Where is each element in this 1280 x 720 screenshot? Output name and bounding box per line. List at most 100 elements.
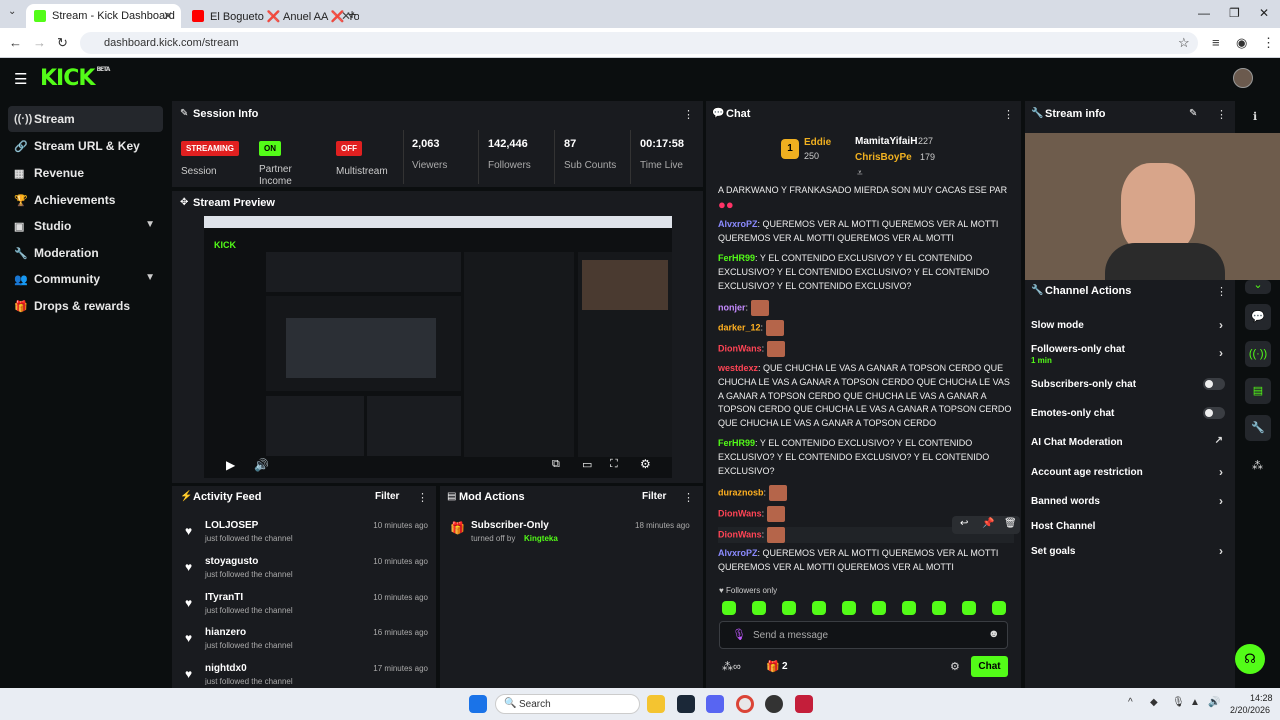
minimize-icon[interactable]: —	[1198, 6, 1210, 20]
network-icon[interactable]: ▲	[1190, 697, 1200, 708]
channel-actions-menu-icon[interactable]: ⋮	[1216, 285, 1227, 298]
extensions-icon[interactable]: ≡	[1212, 35, 1220, 50]
rail-wrench-icon[interactable]: 🔧	[1245, 415, 1271, 441]
sidebar-item-achievements[interactable]: 🏆 Achievements	[8, 187, 163, 213]
app-icon[interactable]	[795, 695, 813, 713]
emote-icon[interactable]	[992, 601, 1006, 615]
sidebar-item-stream-url[interactable]: 🔗 Stream URL & Key	[8, 133, 163, 159]
leaderboard-name[interactable]: MamitaYifaiH	[855, 136, 917, 147]
tab-search-icon[interactable]: ⌄	[8, 6, 16, 17]
url-field[interactable]: dashboard.kick.com/stream	[80, 32, 1198, 54]
activity-username[interactable]: LOLJOSEP	[205, 520, 258, 531]
steam-icon[interactable]	[677, 695, 695, 713]
emote-icon[interactable]	[932, 601, 946, 615]
fullscreen-icon[interactable]: ⛶	[610, 458, 618, 471]
emote-icon[interactable]	[722, 601, 736, 615]
emote-icon[interactable]	[902, 601, 916, 615]
sidebar-item-moderation[interactable]: 🔧 Moderation	[8, 240, 163, 266]
new-tab-icon[interactable]: +	[348, 6, 356, 22]
rail-button-partial[interactable]: ⌄	[1245, 280, 1271, 294]
activity-filter-button[interactable]: Filter	[375, 491, 399, 502]
obs-icon[interactable]	[765, 695, 783, 713]
chat-username[interactable]: DionWans	[718, 529, 762, 539]
leaderboard-name[interactable]: Eddie	[804, 137, 831, 148]
rail-layout-icon[interactable]: ▤	[1245, 378, 1271, 404]
browser-tab-active[interactable]: Stream - Kick Dashboard ✕	[26, 4, 181, 28]
send-chat-button[interactable]: Chat	[971, 656, 1008, 677]
points-infinity-icon[interactable]: ⁂∞	[722, 660, 741, 673]
emoji-icon[interactable]: ☻	[988, 628, 1000, 640]
collapse-icon[interactable]: ⩡	[857, 168, 863, 179]
emotes-only-toggle[interactable]	[1203, 407, 1225, 419]
setting-followers-only[interactable]: Followers-only chat 1 min ›	[1031, 344, 1227, 365]
emote-icon[interactable]	[752, 601, 766, 615]
setting-ai-moderation[interactable]: AI Chat Moderation ↗	[1031, 435, 1227, 448]
reload-icon[interactable]: ↻	[57, 35, 68, 51]
sidebar-item-community[interactable]: 👥 Community ▼	[8, 266, 163, 292]
emote-quickbar[interactable]	[722, 601, 1012, 615]
setting-slow-mode[interactable]: Slow mode ›	[1031, 318, 1227, 332]
emote-icon[interactable]	[842, 601, 856, 615]
emote-icon[interactable]	[872, 601, 886, 615]
rail-add-widget-icon[interactable]: ⁂	[1252, 459, 1263, 472]
chat-username[interactable]: nonjer	[718, 302, 746, 312]
mod-filter-button[interactable]: Filter	[642, 491, 666, 502]
activity-username[interactable]: hianzero	[205, 627, 246, 638]
rail-stream-icon[interactable]: ((·))	[1245, 341, 1271, 367]
rail-chat-icon[interactable]: 💬	[1245, 304, 1271, 330]
sidebar-item-stream[interactable]: ((·)) Stream	[8, 106, 163, 132]
setting-account-age[interactable]: Account age restriction ›	[1031, 465, 1227, 479]
settings-gear-icon[interactable]: ⚙	[640, 457, 651, 471]
stream-preview-video[interactable]: KICK ▶ 🔊 ⧉ ▭ ⛶ ⚙	[204, 216, 672, 478]
profile-icon[interactable]: ◉	[1236, 35, 1247, 51]
discord-icon[interactable]	[706, 695, 724, 713]
leaderboard-name[interactable]: ChrisBoyPe	[855, 152, 912, 163]
setting-host-channel[interactable]: Host Channel	[1031, 521, 1227, 532]
support-headset-icon[interactable]: ☊	[1235, 644, 1265, 674]
activity-username[interactable]: stoyagusto	[205, 556, 258, 567]
close-tab-icon[interactable]: ✕	[163, 9, 173, 23]
back-icon[interactable]: ←	[9, 35, 22, 50]
setting-set-goals[interactable]: Set goals ›	[1031, 544, 1227, 558]
chat-username[interactable]: DionWans	[718, 508, 762, 518]
bookmark-star-icon[interactable]: ☆	[1178, 35, 1190, 51]
info-icon[interactable]: ℹ	[1253, 110, 1257, 123]
sidebar-item-revenue[interactable]: ▦ Revenue	[8, 160, 163, 186]
setting-emotes-only[interactable]: Emotes-only chat	[1031, 407, 1227, 419]
delete-icon[interactable]: 🗑	[1004, 518, 1017, 529]
mod-action-user[interactable]: Kingteka	[524, 534, 558, 543]
mod-menu-icon[interactable]: ⋮	[683, 491, 694, 504]
theater-icon[interactable]: ▭	[582, 458, 592, 471]
chat-username[interactable]: darker_12	[718, 322, 761, 332]
chrome-icon[interactable]	[736, 695, 754, 713]
setting-subscribers-only[interactable]: Subscribers-only chat	[1031, 378, 1227, 390]
volume-icon[interactable]: 🔊	[254, 458, 269, 472]
volume-icon[interactable]: 🔊	[1208, 697, 1220, 708]
activity-username[interactable]: nightdx0	[205, 663, 247, 674]
pip-icon[interactable]: ⧉	[552, 458, 560, 471]
forward-icon[interactable]: →	[33, 35, 46, 50]
pin-icon[interactable]: 📌	[982, 518, 994, 529]
kick-logo[interactable]: KICK BETA	[40, 66, 110, 91]
browser-tab[interactable]: El Bogueto ❌ Anuel AA ❌ Yo ✕	[184, 4, 359, 28]
maximize-icon[interactable]: ❐	[1229, 6, 1240, 20]
stream-info-menu-icon[interactable]: ⋮	[1216, 108, 1227, 121]
gift-icon[interactable]: 🎁	[766, 660, 780, 673]
chat-username[interactable]: AlvxroPZ	[718, 548, 758, 558]
play-icon[interactable]: ▶	[226, 458, 235, 472]
close-window-icon[interactable]: ✕	[1259, 6, 1269, 20]
edit-pencil-icon[interactable]: ✎	[1189, 108, 1197, 119]
emote-icon[interactable]	[962, 601, 976, 615]
mic-icon[interactable]: 🎙	[732, 628, 746, 641]
emote-icon[interactable]	[812, 601, 826, 615]
activity-username[interactable]: ITyranTI	[205, 592, 243, 603]
reply-icon[interactable]: ↩	[960, 518, 968, 529]
chat-username[interactable]: westdexz	[718, 363, 758, 373]
windows-start-icon[interactable]	[469, 695, 487, 713]
browser-menu-icon[interactable]: ⋮	[1262, 35, 1275, 51]
chat-input[interactable]: 🎙 Send a message ☻	[719, 621, 1008, 649]
tray-app-icon[interactable]: ◆	[1150, 697, 1158, 708]
chat-username[interactable]: FerHR99	[718, 253, 755, 263]
emote-icon[interactable]	[782, 601, 796, 615]
hamburger-menu-icon[interactable]: ☰	[14, 70, 27, 88]
